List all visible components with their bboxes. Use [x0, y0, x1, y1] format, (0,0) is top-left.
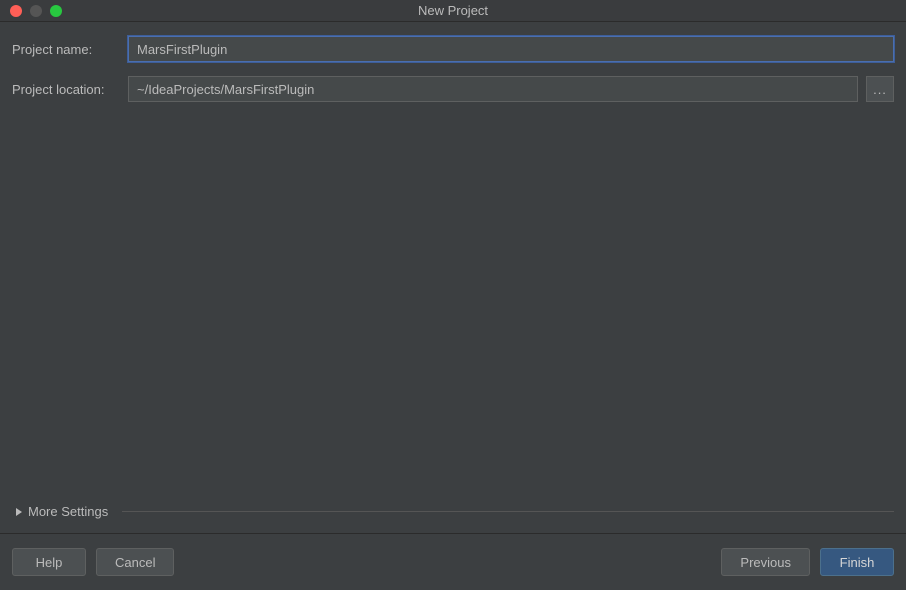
button-bar: Help Cancel Previous Finish [0, 533, 906, 590]
project-name-label: Project name: [12, 42, 120, 57]
help-button[interactable]: Help [12, 548, 86, 576]
window-title: New Project [418, 3, 488, 18]
traffic-lights [0, 5, 62, 17]
divider [122, 511, 894, 512]
button-spacer [184, 548, 711, 576]
close-icon[interactable] [10, 5, 22, 17]
previous-button[interactable]: Previous [721, 548, 810, 576]
minimize-icon[interactable] [30, 5, 42, 17]
project-location-label: Project location: [12, 82, 120, 97]
more-settings-label: More Settings [28, 504, 108, 519]
project-location-input[interactable] [128, 76, 858, 102]
chevron-right-icon [16, 508, 22, 516]
maximize-icon[interactable] [50, 5, 62, 17]
project-location-row: Project location: ... [12, 76, 894, 102]
cancel-button[interactable]: Cancel [96, 548, 174, 576]
finish-button[interactable]: Finish [820, 548, 894, 576]
dialog-content: Project name: Project location: ... More… [0, 22, 906, 523]
content-spacer [12, 116, 894, 500]
project-name-row: Project name: [12, 36, 894, 62]
more-settings-toggle[interactable]: More Settings [16, 500, 894, 523]
browse-button[interactable]: ... [866, 76, 894, 102]
titlebar: New Project [0, 0, 906, 22]
project-name-input[interactable] [128, 36, 894, 62]
